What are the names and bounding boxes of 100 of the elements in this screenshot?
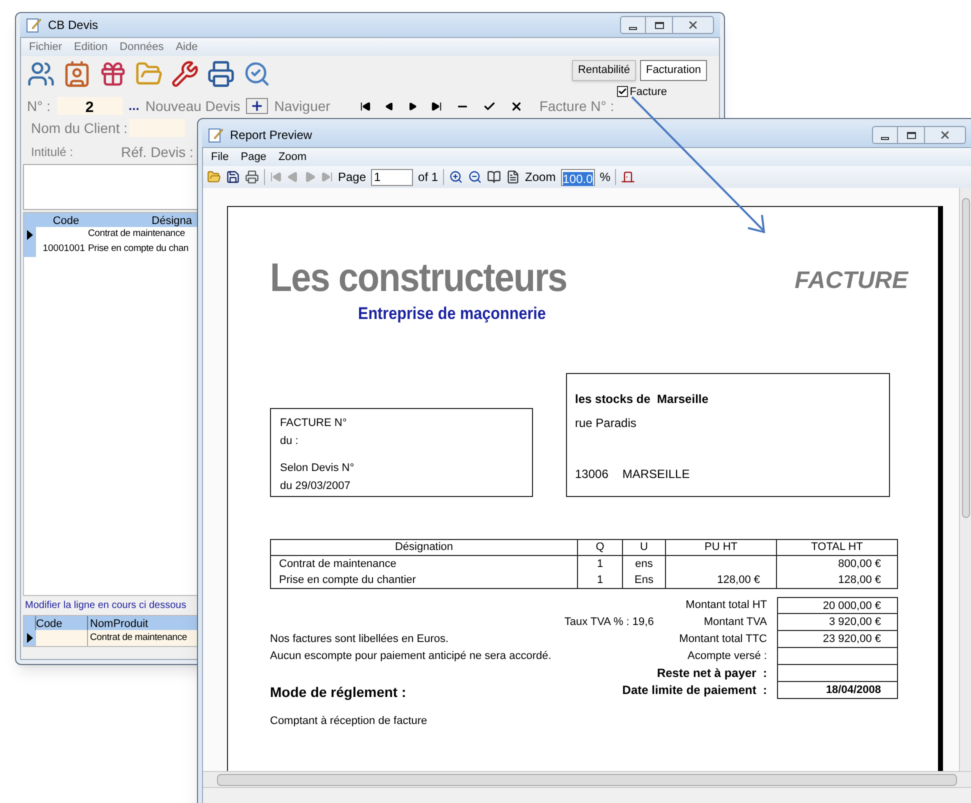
column-header: Q (578, 538, 623, 556)
add-button[interactable] (246, 98, 268, 114)
column-header: U (623, 538, 666, 556)
number-label: N° : (27, 96, 50, 116)
postcode: 13006 (575, 466, 608, 482)
invoice-info: FACTURE N° (280, 416, 348, 430)
close-icon (939, 129, 951, 141)
client-label: Nom du Client : (31, 118, 128, 138)
horizontal-scrollbar[interactable] (203, 771, 971, 787)
total-value: 3 920,00 € (777, 614, 898, 630)
vertical-scrollbar[interactable] (959, 188, 971, 771)
close-button[interactable] (672, 16, 714, 34)
next-record-icon[interactable] (408, 102, 418, 110)
client-street: rue Paradis (575, 414, 638, 432)
gift-box-icon[interactable] (99, 60, 127, 88)
exit-icon[interactable] (621, 170, 636, 184)
table-cell-text: Contrat de maintenance (89, 630, 187, 645)
page-count: of 1 (418, 169, 438, 186)
table-cell: Ens (623, 572, 666, 588)
cancel-icon[interactable] (510, 100, 524, 112)
payment-heading: Mode de réglement : (270, 682, 406, 702)
invoice-number-label: Facture N° : (539, 96, 614, 116)
tab[interactable]: Facturation (640, 60, 707, 80)
column-header: Désigna (150, 214, 192, 227)
current-row-icon (27, 633, 33, 643)
minimize-button[interactable] (620, 16, 646, 34)
invoice-note: Nos factures sont libellées en Euros. (270, 632, 449, 647)
checkbox-label: Facture (630, 84, 667, 100)
zoom-field[interactable]: 100.0 (560, 168, 595, 186)
column-header: NomProduit (89, 617, 148, 630)
table-cell: 1 (578, 572, 623, 588)
table-cell: 128,00 € (666, 572, 777, 588)
page-label: Page (338, 169, 366, 186)
total-value: 18/04/2008 (777, 682, 898, 698)
window-title: CB Devis (48, 17, 98, 34)
description-field[interactable] (23, 164, 197, 210)
printer-icon[interactable] (245, 170, 259, 184)
menu-item[interactable]: Edition (74, 38, 108, 56)
menu-item[interactable]: Fichier (29, 38, 62, 56)
save-icon[interactable] (226, 170, 240, 184)
previous-record-icon[interactable] (385, 102, 394, 110)
table-cell-text: Contrat de maintenance (88, 227, 185, 242)
city: MARSEILLE (622, 466, 690, 482)
number-field[interactable]: 2 (56, 97, 122, 115)
column-header: TOTAL HT (810, 540, 864, 555)
facture-checkbox[interactable] (616, 86, 628, 98)
plus-icon (250, 99, 264, 113)
invoice-info: Selon Devis N° (280, 460, 356, 476)
help-search-icon[interactable] (243, 60, 271, 88)
printer-icon[interactable] (207, 60, 235, 88)
tab[interactable]: Rentabilité (572, 60, 636, 80)
table-cell: 1 (578, 556, 623, 572)
more-link[interactable]: ... (128, 96, 140, 116)
menu-item[interactable]: Données (120, 38, 164, 56)
column-header: PU HT (666, 538, 777, 556)
invoice-info: du : (280, 434, 300, 449)
table-cell-text: 800,00 € (837, 556, 882, 572)
total-value: 20 000,00 € (777, 596, 898, 614)
contacts-icon[interactable] (27, 60, 55, 88)
current-row-icon (27, 230, 33, 240)
menu-item[interactable]: Page (240, 148, 266, 166)
total-label: Montant total HT (686, 598, 768, 613)
maximize-button[interactable] (646, 16, 672, 34)
client-name: les stocks de Marseille (575, 390, 710, 408)
tools-icon[interactable] (171, 60, 199, 88)
total-value: 23 920,00 € (777, 630, 898, 648)
total-label: Acompte versé : (688, 648, 768, 664)
table-cell-text: 10001001 (42, 242, 86, 256)
row-indicator[interactable] (24, 630, 36, 646)
contact-card-icon[interactable] (63, 60, 91, 88)
table-cell-text: Prise en compte du chan (88, 242, 188, 256)
last-record-icon[interactable] (431, 100, 442, 112)
table-cell: ens (623, 556, 666, 572)
first-record-icon[interactable] (360, 100, 372, 112)
close-button[interactable] (924, 126, 966, 144)
title-label: Intitulé : (31, 144, 74, 161)
document-type: FACTURE (794, 266, 908, 296)
menu-item[interactable]: Zoom (278, 148, 307, 166)
zoom-in-icon[interactable] (449, 170, 464, 184)
menu-item[interactable]: Aide (176, 38, 198, 56)
table-cell: Contrat de maintenance (271, 556, 578, 572)
column-header: Désignation (271, 538, 578, 556)
open-icon[interactable] (207, 170, 221, 184)
total-label: Montant TVA (704, 614, 768, 630)
whole-page-icon[interactable] (506, 170, 520, 184)
total-label: Montant total TTC (679, 632, 768, 647)
zoom-out-icon[interactable] (468, 170, 482, 184)
maximize-button[interactable] (898, 126, 924, 144)
edit-hint: Modifier la ligne en cours ci dessous (24, 599, 188, 613)
total-label: Reste net à payer : (656, 665, 768, 682)
window-title: Report Preview (230, 127, 312, 144)
notepad-icon (26, 17, 42, 33)
minimize-button[interactable] (872, 126, 898, 144)
menu-item[interactable]: File (211, 148, 229, 166)
page-field[interactable]: 1 (371, 168, 414, 186)
zoom-unit: % (600, 169, 610, 186)
confirm-icon[interactable] (483, 100, 496, 112)
invoice-note: Aucun escompte pour paiement anticipé ne sera accordé. (270, 648, 552, 664)
company-tagline: Entreprise de maçonnerie (358, 303, 547, 325)
notepad-icon (208, 127, 224, 143)
